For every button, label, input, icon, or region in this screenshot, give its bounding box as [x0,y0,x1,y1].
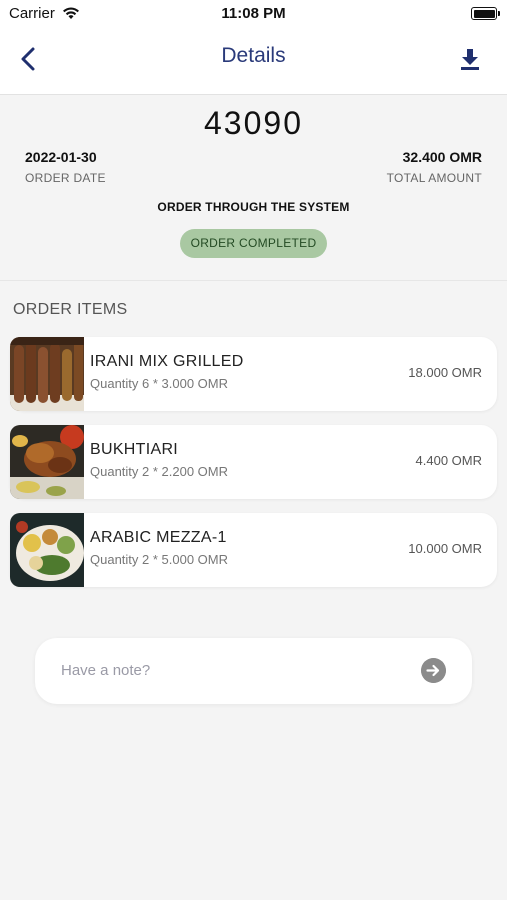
note-box [35,638,472,704]
food-image [10,513,84,587]
status-badge: ORDER COMPLETED [180,229,327,258]
order-date-label: ORDER DATE [25,171,106,185]
page-title: Details [221,44,286,67]
food-image [10,425,84,499]
order-items-heading: ORDER ITEMS [13,301,128,318]
status-bar: Carrier 11:08 PM [0,0,507,28]
navigation-bar: Details [0,28,507,95]
item-name: ARABIC MEZZA-1 [90,529,227,546]
food-image [10,337,84,411]
item-name: BUKHTIARI [90,441,179,458]
item-price: 4.400 OMR [415,453,482,468]
list-item[interactable]: IRANI MIX GRILLED Quantity 6 * 3.000 OMR… [10,337,497,411]
download-icon[interactable] [459,47,481,71]
item-price: 18.000 OMR [408,365,482,380]
order-number: 43090 [204,105,303,141]
item-quantity: Quantity 2 * 5.000 OMR [90,552,229,567]
total-amount-label: TOTAL AMOUNT [386,171,482,185]
item-price: 10.000 OMR [408,541,482,556]
clock: 11:08 PM [221,5,286,22]
item-quantity: Quantity 2 * 2.200 OMR [90,464,229,479]
item-quantity: Quantity 6 * 3.000 OMR [90,376,229,391]
arrow-right-icon[interactable] [421,658,446,683]
note-input[interactable] [59,656,413,684]
order-source-label: ORDER THROUGH THE SYSTEM [157,200,350,214]
item-name: IRANI MIX GRILLED [90,353,244,370]
list-item[interactable]: ARABIC MEZZA-1 Quantity 2 * 5.000 OMR 10… [10,513,497,587]
total-amount-value: 32.400 OMR [402,149,482,165]
order-summary: 43090 2022-01-30 ORDER DATE 32.400 OMR T… [0,95,507,281]
list-item[interactable]: BUKHTIARI Quantity 2 * 2.200 OMR 4.400 O… [10,425,497,499]
battery-icon [471,7,500,20]
order-date-value: 2022-01-30 [25,149,97,165]
